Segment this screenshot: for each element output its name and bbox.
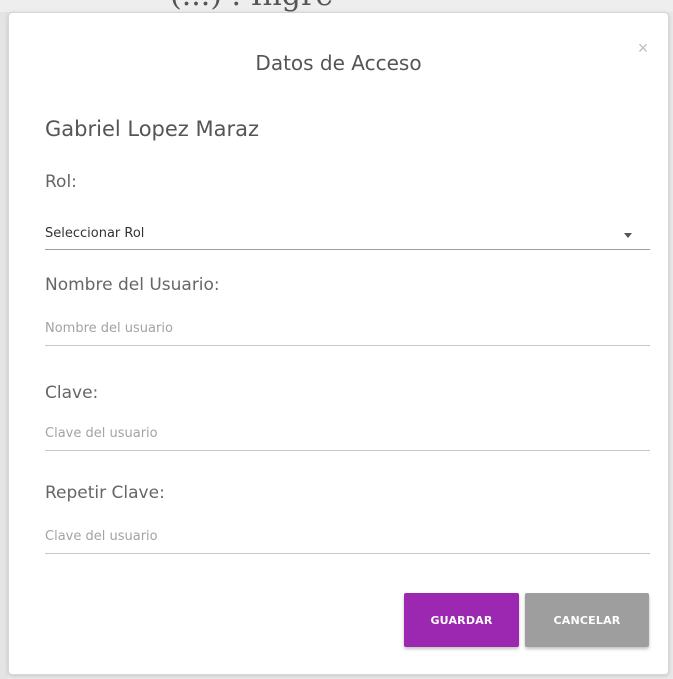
role-select[interactable]: Seleccionar Rol bbox=[45, 219, 650, 250]
dialog-title: Datos de Acceso bbox=[255, 51, 422, 75]
close-icon[interactable]: × bbox=[632, 37, 654, 59]
password-input[interactable] bbox=[45, 417, 650, 451]
background-text-fragment: (...) . Ingre bbox=[170, 0, 333, 12]
cancel-button[interactable]: CANCELAR bbox=[525, 593, 649, 647]
password-label: Clave: bbox=[45, 383, 99, 403]
username-input[interactable] bbox=[45, 312, 650, 346]
repeat-password-input[interactable] bbox=[45, 520, 650, 554]
repeat-password-label: Repetir Clave: bbox=[45, 483, 165, 503]
user-full-name: Gabriel Lopez Maraz bbox=[45, 117, 260, 141]
role-label: Rol: bbox=[45, 172, 77, 192]
background-page-edge bbox=[0, 12, 8, 679]
access-data-dialog: Datos de Acceso × Gabriel Lopez Maraz Ro… bbox=[8, 12, 669, 675]
username-label: Nombre del Usuario: bbox=[45, 275, 220, 295]
background-page-fragment: (...) . Ingre bbox=[0, 0, 673, 12]
save-button[interactable]: GUARDAR bbox=[404, 593, 519, 647]
role-select-value: Seleccionar Rol bbox=[45, 226, 145, 241]
chevron-down-icon bbox=[624, 233, 632, 238]
